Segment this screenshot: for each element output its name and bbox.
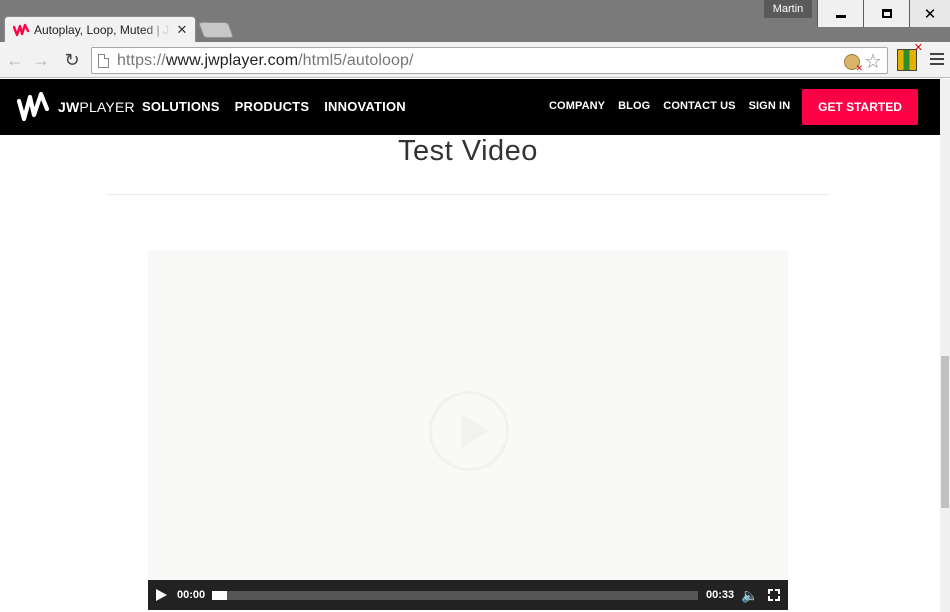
get-started-button[interactable]: GET STARTED — [802, 89, 918, 125]
player-controlbar: 00:00 00:33 🔈 — [148, 580, 788, 610]
main-nav: SOLUTIONS PRODUCTS INNOVATION — [142, 99, 421, 114]
nav-solutions[interactable]: SOLUTIONS — [142, 99, 220, 114]
browser-tab[interactable]: Autoplay, Loop, Muted | JW ✕ — [4, 16, 196, 43]
nav-products[interactable]: PRODUCTS — [235, 99, 310, 114]
page-viewport: JWPLAYER SOLUTIONS PRODUCTS INNOVATION C… — [0, 79, 940, 612]
page-icon[interactable] — [98, 54, 109, 68]
maximize-icon — [881, 9, 892, 18]
current-time: 00:00 — [177, 589, 206, 601]
secondary-nav: COMPANY BLOG CONTACT US SIGN IN — [549, 100, 803, 112]
logo-text: JWPLAYER — [58, 99, 135, 115]
nav-sign-in[interactable]: SIGN IN — [749, 100, 791, 112]
star-icon[interactable]: ☆ — [864, 49, 882, 74]
scrollbar-thumb[interactable] — [941, 356, 949, 508]
extension-button-icon[interactable] — [897, 41, 923, 71]
jwplayer-favicon-icon — [13, 23, 29, 37]
forward-arrow-icon[interactable]: → — [31, 50, 51, 70]
duration: 00:33 — [706, 589, 735, 601]
browser-toolbar: ← → ↻ https://www.jwplayer.com/html5/aut… — [0, 41, 950, 78]
site-header: JWPLAYER SOLUTIONS PRODUCTS INNOVATION C… — [0, 79, 940, 135]
url-text[interactable]: https://www.jwplayer.com/html5/autoloop/ — [117, 52, 414, 70]
nav-innovation[interactable]: INNOVATION — [324, 99, 406, 114]
reload-icon[interactable]: ↻ — [62, 50, 82, 70]
minimize-button[interactable] — [817, 0, 863, 27]
jwplayer-logo[interactable]: JWPLAYER — [16, 88, 135, 126]
nav-contact-us[interactable]: CONTACT US — [663, 100, 735, 112]
window-close-button[interactable]: ✕ — [909, 0, 950, 27]
back-arrow-icon[interactable]: ← — [5, 50, 25, 70]
page-title: Test Video — [398, 135, 538, 167]
play-overlay-icon[interactable] — [429, 391, 509, 471]
close-icon: ✕ — [923, 5, 937, 23]
nav-blog[interactable]: BLOG — [618, 100, 650, 112]
extension-icon[interactable] — [844, 54, 863, 74]
new-tab-button[interactable] — [198, 22, 234, 38]
play-icon[interactable] — [156, 589, 167, 601]
menu-icon[interactable] — [930, 53, 944, 68]
profile-button[interactable]: Martin — [764, 0, 812, 18]
progress-bar[interactable] — [212, 591, 698, 600]
nav-company[interactable]: COMPANY — [549, 100, 605, 112]
fullscreen-icon[interactable] — [768, 589, 780, 601]
page-scrollbar[interactable] — [940, 79, 950, 612]
video-player[interactable]: 00:00 00:33 🔈 — [148, 250, 788, 610]
volume-icon[interactable]: 🔈 — [741, 587, 758, 604]
tab-close-icon[interactable]: ✕ — [175, 23, 189, 37]
progress-fill — [212, 591, 227, 600]
window-titlebar: Autoplay, Loop, Muted | JW ✕ Martin ✕ — [0, 0, 950, 43]
address-bar[interactable]: https://www.jwplayer.com/html5/autoloop/… — [91, 47, 888, 74]
minimize-icon — [835, 15, 846, 18]
jwplayer-logo-icon — [16, 91, 50, 122]
maximize-button[interactable] — [863, 0, 909, 27]
tab-title: Autoplay, Loop, Muted | JW — [34, 23, 171, 37]
divider — [107, 194, 829, 195]
